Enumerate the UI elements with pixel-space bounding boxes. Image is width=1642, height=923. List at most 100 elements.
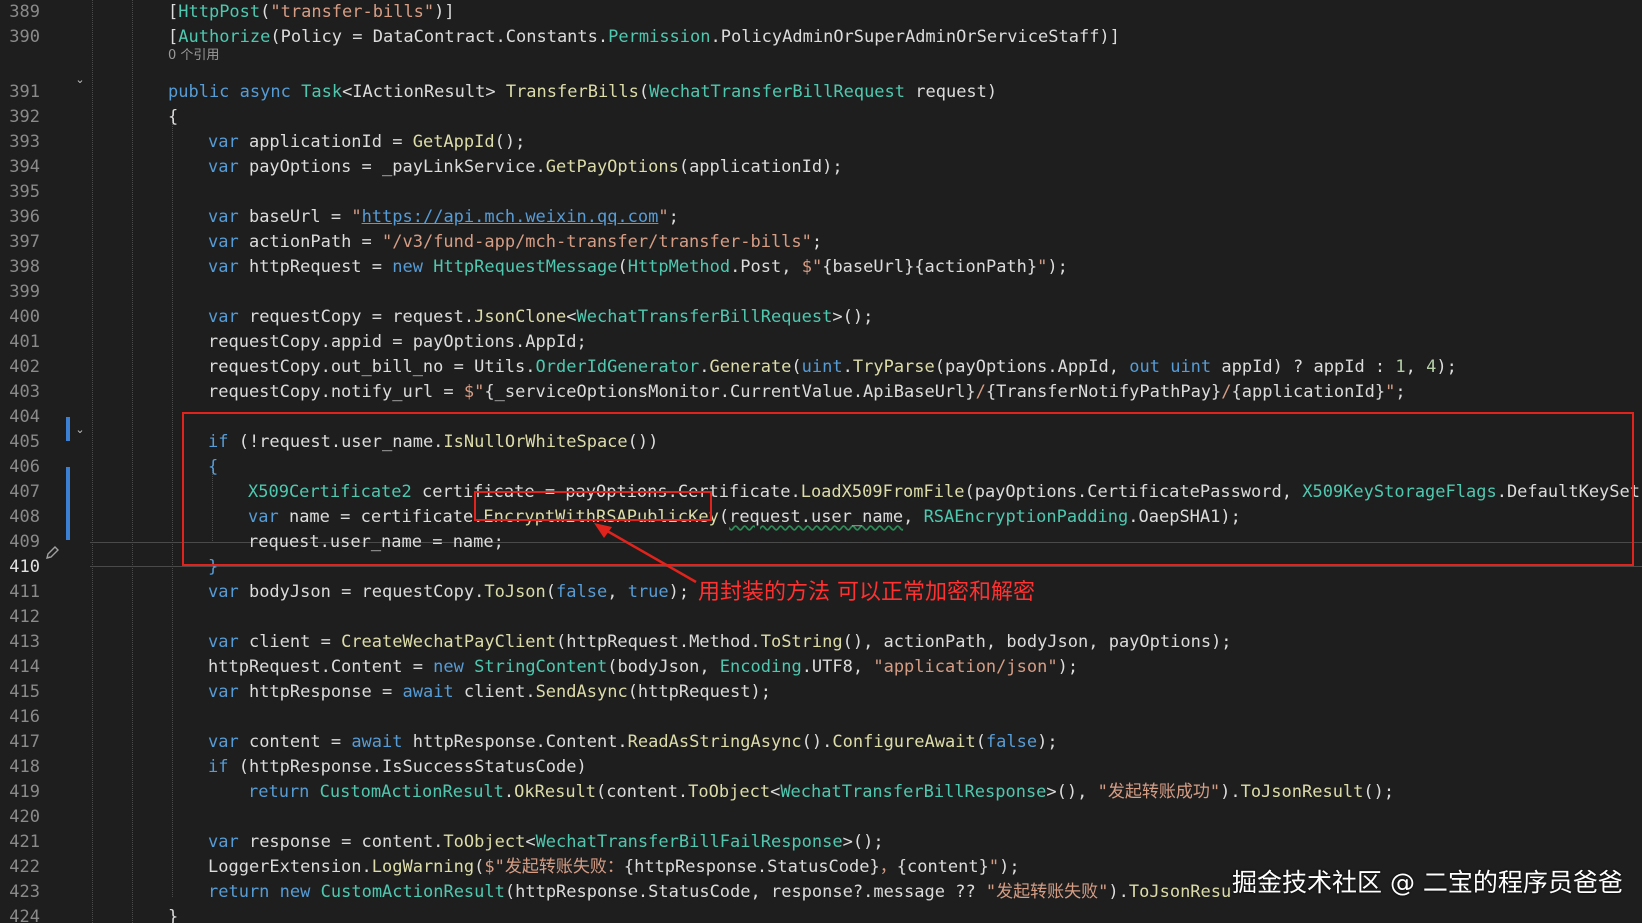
code-token: (httpResponse.StatusCode, response?.mess…	[504, 882, 986, 902]
code-line[interactable]: 394 var payOptions = _payLinkService.GetP…	[0, 155, 1642, 180]
code-token: (	[260, 2, 271, 22]
code-token: "	[1037, 257, 1048, 277]
code-line[interactable]: 414 httpRequest.Content = new StringConte…	[0, 655, 1642, 680]
code-line[interactable]: 418 if (httpResponse.IsSuccessStatusCode)	[0, 755, 1642, 780]
code-text: LoggerExtension.LogWarning($"发起转账失败：{htt…	[208, 855, 1020, 880]
code-token: (	[545, 582, 557, 602]
code-line[interactable]: 401 requestCopy.appid = payOptions.AppId;	[0, 330, 1642, 355]
code-token: {applicationId}	[1231, 382, 1386, 402]
line-number: 422	[9, 857, 40, 877]
code-line[interactable]: 400 var requestCopy = request.JsonClone<W…	[0, 305, 1642, 330]
code-token: response = content.	[238, 832, 444, 852]
code-token: requestCopy.out_bill_no = Utils.	[208, 357, 536, 377]
code-token: ().	[801, 732, 833, 752]
code-line[interactable]: 390 [Authorize(Policy = DataContract.Cons…	[0, 25, 1642, 50]
code-token: {	[168, 107, 179, 127]
code-line[interactable]: 397 var actionPath = "/v3/fund-app/mch-tr…	[0, 230, 1642, 255]
code-token: StringContent	[474, 657, 608, 677]
code-line[interactable]: 399	[0, 280, 1642, 305]
code-line[interactable]: 389 [HttpPost("transfer-bills")]	[0, 0, 1642, 25]
line-number: 421	[9, 832, 40, 852]
code-token: requestCopy.appid = payOptions.AppId;	[208, 332, 587, 352]
code-line[interactable]: 398 var httpRequest = new HttpRequestMess…	[0, 255, 1642, 280]
line-number: 423	[9, 882, 40, 902]
code-text: }	[168, 905, 178, 923]
code-text: return CustomActionResult.OkResult(conte…	[248, 780, 1394, 805]
code-token: uint	[1170, 357, 1212, 377]
code-token: (httpRequest);	[627, 682, 771, 702]
code-editor[interactable]: 0 个引用 389 [HttpPost("transfer-bills")] 390…	[0, 0, 1642, 923]
code-token: await	[351, 732, 403, 752]
code-token: return	[208, 882, 270, 902]
highlight-box-if-block	[182, 412, 1634, 566]
line-number: 403	[9, 382, 40, 402]
code-token: GetPayOptions	[545, 157, 679, 177]
annotation-arrow	[594, 523, 697, 584]
code-text: return new CustomActionResult(httpRespon…	[208, 880, 1231, 905]
code-line[interactable]: 421 var response = content.ToObject<Wecha…	[0, 830, 1642, 855]
code-token: client =	[238, 632, 342, 652]
code-line[interactable]: 392 {	[0, 105, 1642, 130]
code-line[interactable]: 396 var baseUrl = "https://api.mch.weixin…	[0, 205, 1642, 230]
code-token: LogWarning	[371, 857, 475, 877]
code-token: HttpMethod	[627, 257, 731, 277]
code-text: [HttpPost("transfer-bills")]	[168, 0, 455, 25]
code-line[interactable]: 417 var content = await httpResponse.Cont…	[0, 730, 1642, 755]
line-number: 413	[9, 632, 40, 652]
code-token: Task	[301, 82, 343, 102]
code-line[interactable]: 415 var httpResponse = await client.SendA…	[0, 680, 1642, 705]
code-token: LoggerExtension.	[208, 857, 372, 877]
code-line[interactable]: 413 var client = CreateWechatPayClient(ht…	[0, 630, 1642, 655]
code-text: var content = await httpResponse.Content…	[208, 730, 1058, 755]
code-token: appId) ? appId :	[1211, 357, 1396, 377]
code-line[interactable]: 420	[0, 805, 1642, 830]
code-token: OkResult	[514, 782, 597, 802]
line-number: 416	[9, 707, 40, 727]
code-token: "application/json"	[873, 657, 1058, 677]
code-text: var response = content.ToObject<WechatTr…	[208, 830, 884, 855]
code-line[interactable]: 402 requestCopy.out_bill_no = Utils.Order…	[0, 355, 1642, 380]
code-line[interactable]: 424}	[0, 905, 1642, 923]
code-token: WechatTransferBillRequest	[649, 82, 906, 102]
code-line[interactable]: 419 return CustomActionResult.OkResult(co…	[0, 780, 1642, 805]
code-token: (	[617, 257, 628, 277]
code-token: );	[999, 857, 1020, 877]
line-number: 397	[9, 232, 40, 252]
code-token: var	[208, 582, 239, 602]
line-number: 396	[9, 207, 40, 227]
chevron-down-icon[interactable]: ⌄	[74, 424, 86, 436]
code-token: <	[566, 307, 577, 327]
code-token: actionPath =	[238, 232, 383, 252]
code-token: JsonClone	[474, 307, 567, 327]
chevron-down-icon[interactable]: ⌄	[74, 74, 86, 86]
code-token: ,	[1405, 357, 1427, 377]
code-line[interactable]: 412	[0, 605, 1642, 630]
code-text: if (httpResponse.IsSuccessStatusCode)	[208, 755, 587, 780]
code-token: requestCopy = request.	[238, 307, 475, 327]
code-token: >();	[832, 307, 874, 327]
code-line[interactable]: 395	[0, 180, 1642, 205]
code-line[interactable]: 403 requestCopy.notify_url = $"{_serviceO…	[0, 380, 1642, 405]
code-token: >();	[842, 832, 884, 852]
code-token: ToObject	[443, 832, 526, 852]
code-token: applicationId =	[238, 132, 413, 152]
code-token: {httpResponse.StatusCode}	[623, 857, 880, 877]
code-text: {	[168, 105, 178, 130]
code-line[interactable]: 391 public async Task<IActionResult> Tran…	[0, 80, 1642, 105]
code-text: var payOptions = _payLinkService.GetPayO…	[208, 155, 843, 180]
reference-count-lens[interactable]: 0 个引用	[168, 48, 219, 64]
code-token: var	[208, 132, 239, 152]
line-number: 420	[9, 807, 40, 827]
code-text: var httpResponse = await client.SendAsyn…	[208, 680, 771, 705]
code-token: (	[474, 857, 485, 877]
code-line[interactable]: 393 var applicationId = GetAppId();	[0, 130, 1642, 155]
code-token: var	[208, 832, 239, 852]
code-token: "发起转账成功"	[1097, 782, 1221, 802]
code-token: (	[638, 82, 650, 102]
code-line[interactable]: 416	[0, 705, 1642, 730]
code-token: var	[208, 207, 239, 227]
code-token: $"	[801, 257, 823, 277]
